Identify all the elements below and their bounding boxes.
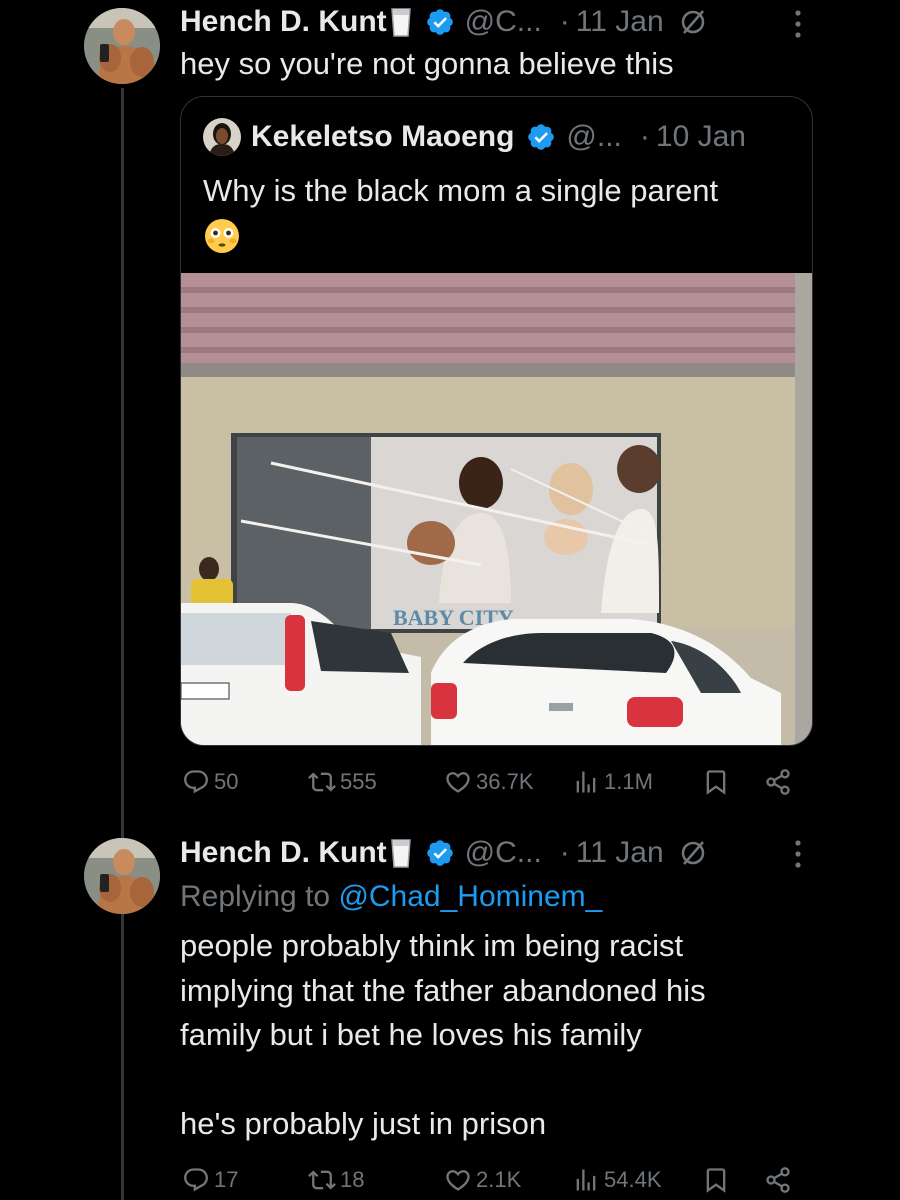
author-handle[interactable]: @C... — [465, 836, 542, 870]
heart-icon — [446, 1170, 470, 1191]
tweet-text: hey so you're not gonna believe this — [180, 46, 674, 81]
author-handle[interactable]: @C... — [465, 5, 542, 39]
share-nodes-icon — [766, 1167, 790, 1193]
tweet-actions-bar: 50 555 36.7K 1.1M — [180, 762, 800, 802]
like-count: 2.1K — [476, 1167, 522, 1192]
repost-button[interactable]: 555 — [308, 762, 377, 802]
tweet-date[interactable]: 11 Jan — [576, 5, 664, 39]
dot-separator: · — [559, 5, 570, 38]
avatar-photo — [84, 838, 160, 914]
tweet-actions-bar: 17 18 2.1K 54.4K — [180, 1160, 800, 1200]
views-bar-chart-icon — [576, 771, 596, 793]
share-button[interactable] — [764, 762, 796, 802]
reply-icon — [184, 770, 208, 794]
reply-icon — [184, 1168, 208, 1192]
author-avatar[interactable] — [84, 8, 160, 84]
repost-button[interactable]: 18 — [308, 1160, 364, 1200]
views-bar-chart-icon — [576, 1169, 596, 1191]
heart-icon — [446, 772, 470, 793]
quoted-avatar-photo — [203, 118, 241, 156]
bookmark-button[interactable] — [702, 762, 734, 802]
storefront-photo: BABY CITY — [181, 273, 812, 745]
like-button[interactable]: 36.7K — [444, 762, 534, 802]
repost-count: 555 — [340, 769, 377, 794]
milk-glass-icon — [390, 8, 411, 37]
views-button[interactable]: 54.4K — [572, 1160, 662, 1200]
verified-badge-icon — [426, 9, 453, 35]
more-options-icon[interactable] — [788, 834, 808, 874]
tweet-text-line: family but i bet he loves his family — [180, 1017, 642, 1052]
dot-separator: · — [639, 120, 650, 153]
more-options-icon[interactable] — [788, 4, 808, 44]
quoted-tweet-card[interactable]: Kekeletso Maoeng @... · 10 Jan Why is th… — [180, 96, 813, 746]
quoted-author-avatar — [203, 118, 241, 156]
tweet-text-line: implying that the father abandoned his — [180, 973, 706, 1008]
like-count: 36.7K — [476, 769, 534, 794]
bookmark-icon — [706, 770, 726, 795]
milk-glass-icon — [390, 839, 411, 868]
repost-icon — [308, 772, 336, 792]
quoted-author-name: Kekeletso Maoeng — [251, 120, 515, 153]
avatar-photo — [84, 8, 160, 84]
replying-to-label: Replying to — [180, 880, 331, 913]
dot-separator: · — [559, 836, 570, 869]
bookmark-icon — [706, 1168, 726, 1193]
share-button[interactable] — [764, 1160, 796, 1200]
author-name[interactable]: Hench D. Kunt — [180, 836, 387, 870]
views-button[interactable]: 1.1M — [572, 762, 653, 802]
reply-count: 50 — [214, 769, 239, 794]
quoted-author-handle: @... — [566, 120, 622, 153]
quoted-tweet-date: 10 Jan — [655, 120, 746, 153]
tweet-header: Hench D. Kunt @C... · 11 Jan — [180, 0, 708, 44]
like-button[interactable]: 2.1K — [444, 1160, 521, 1200]
share-nodes-icon — [766, 769, 790, 795]
tweet-header: Hench D. Kunt @C... · 11 Jan — [180, 831, 708, 875]
quoted-tweet-photo[interactable]: BABY CITY — [181, 273, 812, 745]
quoted-tweet-text: Why is the black mom a single parent — [203, 173, 719, 208]
view-count: 54.4K — [604, 1167, 662, 1192]
repost-count: 18 — [340, 1167, 365, 1192]
tweet-text-line: he's probably just in prison — [180, 1106, 547, 1141]
author-avatar[interactable] — [84, 838, 160, 914]
replying-to-handle-link[interactable]: @Chad_Hominem_ — [338, 880, 602, 913]
reply-button[interactable]: 17 — [182, 1160, 238, 1200]
repost-icon — [308, 1170, 336, 1190]
quoted-tweet-header: Kekeletso Maoeng @... · 10 Jan — [203, 115, 746, 159]
reply-button[interactable]: 50 — [182, 762, 238, 802]
slashed-circle-icon — [681, 841, 704, 865]
slashed-circle-icon — [681, 10, 704, 34]
view-count: 1.1M — [604, 769, 653, 794]
tweet-date[interactable]: 11 Jan — [576, 836, 664, 870]
thread-connector-line — [121, 88, 124, 1200]
replying-to-line: Replying to @Chad_Hominem_ — [180, 875, 602, 919]
bookmark-button[interactable] — [702, 1160, 734, 1200]
flushed-face-emoji-icon — [205, 219, 239, 253]
verified-badge-icon — [528, 124, 555, 150]
reply-count: 17 — [214, 1167, 239, 1192]
verified-badge-icon — [426, 840, 453, 866]
tweet-text-line: people probably think im being racist — [180, 928, 684, 963]
author-name[interactable]: Hench D. Kunt — [180, 5, 387, 39]
